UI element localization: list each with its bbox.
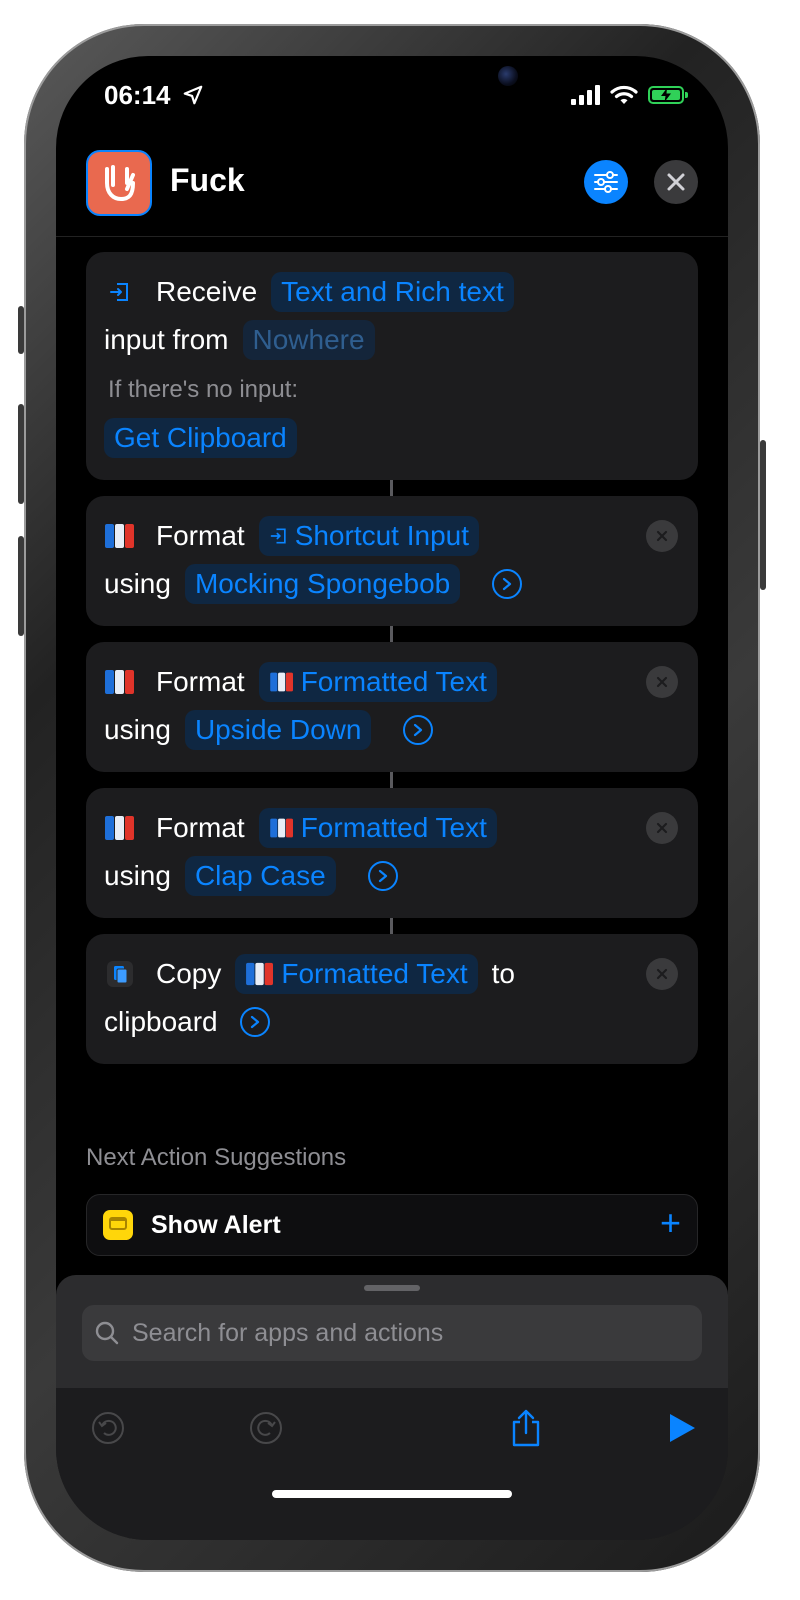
redo-icon bbox=[250, 1412, 282, 1444]
copy-target-label: clipboard bbox=[104, 1006, 218, 1037]
battery-charging-icon bbox=[648, 86, 688, 104]
text-format-icon bbox=[104, 812, 136, 844]
no-input-label: If there's no input: bbox=[108, 376, 299, 403]
expand-chevron-icon[interactable] bbox=[492, 569, 523, 599]
using-label: using bbox=[104, 860, 171, 891]
location-arrow-icon bbox=[183, 85, 203, 105]
header-divider bbox=[56, 236, 728, 237]
shortcut-title[interactable]: Fuck bbox=[170, 162, 245, 199]
action-copy-to-clipboard[interactable]: Copy Formatted Text to clipboard bbox=[86, 934, 698, 1064]
shortcut-input-icon bbox=[104, 276, 136, 308]
remove-action-button[interactable] bbox=[646, 666, 678, 698]
expand-chevron-icon[interactable] bbox=[367, 861, 398, 891]
search-box[interactable] bbox=[82, 1305, 702, 1361]
front-camera bbox=[498, 66, 518, 86]
mute-switch bbox=[18, 306, 24, 354]
copy-verb: Copy bbox=[156, 958, 222, 989]
close-icon bbox=[656, 968, 668, 980]
text-format-icon bbox=[269, 672, 293, 692]
cellular-signal-icon bbox=[571, 85, 600, 105]
action-search-sheet bbox=[56, 1275, 728, 1540]
run-button[interactable] bbox=[660, 1406, 704, 1450]
format-style-pill[interactable]: Mocking Spongebob bbox=[184, 564, 461, 604]
action-format-2[interactable]: Format Formatted Text using Upside Down bbox=[86, 642, 698, 772]
close-icon bbox=[656, 676, 668, 688]
shortcut-icon-hand[interactable] bbox=[86, 150, 152, 216]
shortcut-header: Fuck bbox=[56, 148, 728, 236]
text-format-icon bbox=[269, 818, 293, 838]
action-receive-input[interactable]: Receive Text and Rich text input from No… bbox=[86, 252, 698, 480]
action-connector bbox=[390, 480, 393, 496]
suggestion-show-alert[interactable]: Show Alert + bbox=[86, 1194, 698, 1256]
format-verb: Format bbox=[156, 812, 245, 843]
copy-to-label: to bbox=[491, 958, 515, 989]
add-action-plus-icon[interactable]: + bbox=[660, 1205, 681, 1241]
close-icon bbox=[667, 173, 685, 191]
shortcut-details-button[interactable] bbox=[584, 160, 628, 204]
screen: 06:14 Fuck Receive Text and Rich text in… bbox=[56, 56, 728, 1540]
power-button bbox=[760, 440, 766, 590]
suggestions-title: Next Action Suggestions bbox=[86, 1144, 347, 1171]
volume-up-button bbox=[18, 404, 24, 504]
format-input-pill[interactable]: Shortcut Input bbox=[258, 516, 480, 556]
format-verb: Format bbox=[156, 666, 245, 697]
action-format-1[interactable]: Format Shortcut Input using Mocking Spon… bbox=[86, 496, 698, 626]
status-indicators bbox=[571, 84, 688, 106]
close-button[interactable] bbox=[654, 160, 698, 204]
share-icon bbox=[512, 1409, 540, 1447]
action-connector bbox=[390, 626, 393, 642]
format-input-pill[interactable]: Formatted Text bbox=[258, 808, 497, 848]
close-icon bbox=[656, 822, 668, 834]
shortcut-input-icon bbox=[270, 528, 286, 544]
input-from-label: input from bbox=[104, 324, 229, 355]
input-types-pill[interactable]: Text and Rich text bbox=[271, 272, 514, 312]
no-input-action-pill[interactable]: Get Clipboard bbox=[104, 418, 297, 458]
search-input[interactable] bbox=[130, 1317, 674, 1349]
suggestion-label: Show Alert bbox=[151, 1211, 281, 1239]
redo-button[interactable] bbox=[244, 1406, 288, 1450]
sheet-grabber[interactable] bbox=[364, 1285, 420, 1291]
close-icon bbox=[656, 530, 668, 542]
undo-button[interactable] bbox=[86, 1406, 130, 1450]
wifi-icon bbox=[610, 85, 638, 104]
notch bbox=[266, 56, 518, 110]
share-button[interactable] bbox=[504, 1406, 548, 1450]
expand-chevron-icon[interactable] bbox=[403, 715, 434, 745]
play-icon bbox=[670, 1414, 695, 1442]
home-indicator[interactable] bbox=[272, 1490, 512, 1498]
rock-hand-icon bbox=[105, 165, 135, 202]
remove-action-button[interactable] bbox=[646, 958, 678, 990]
text-format-icon bbox=[104, 520, 136, 552]
action-format-3[interactable]: Format Formatted Text using Clap Case bbox=[86, 788, 698, 918]
editor-toolbar bbox=[56, 1388, 728, 1540]
remove-action-button[interactable] bbox=[646, 812, 678, 844]
using-label: using bbox=[104, 714, 171, 745]
undo-icon bbox=[92, 1412, 124, 1444]
receive-verb: Receive bbox=[156, 276, 258, 307]
input-source-pill[interactable]: Nowhere bbox=[242, 320, 375, 360]
expand-chevron-icon[interactable] bbox=[239, 1007, 270, 1037]
clipboard-icon bbox=[104, 958, 136, 990]
action-connector bbox=[390, 772, 393, 788]
sliders-icon bbox=[594, 171, 618, 193]
format-verb: Format bbox=[156, 520, 245, 551]
text-format-icon bbox=[246, 962, 274, 986]
volume-down-button bbox=[18, 536, 24, 636]
search-icon bbox=[95, 1321, 119, 1345]
remove-action-button[interactable] bbox=[646, 520, 678, 552]
text-format-icon bbox=[104, 666, 136, 698]
format-style-pill[interactable]: Upside Down bbox=[184, 710, 372, 750]
copy-input-pill[interactable]: Formatted Text bbox=[235, 954, 478, 994]
alert-icon bbox=[103, 1210, 133, 1240]
format-input-pill[interactable]: Formatted Text bbox=[258, 662, 497, 702]
action-connector bbox=[390, 918, 393, 934]
status-time: 06:14 bbox=[104, 80, 204, 111]
format-style-pill[interactable]: Clap Case bbox=[184, 856, 336, 896]
using-label: using bbox=[104, 568, 171, 599]
